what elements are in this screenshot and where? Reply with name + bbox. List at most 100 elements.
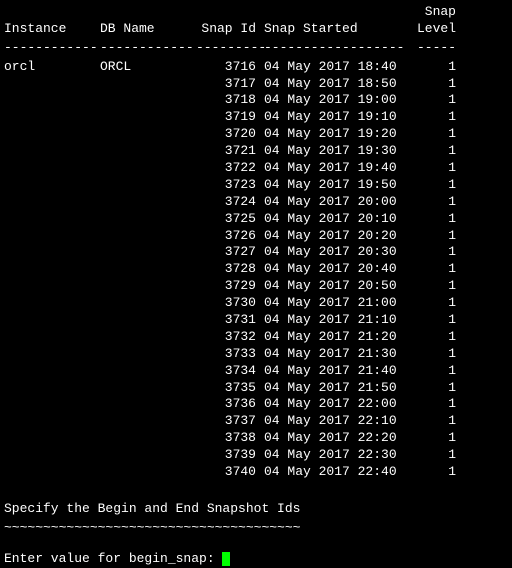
cell-snaplevel: 1 (406, 109, 456, 126)
cell-snapid: 3736 (196, 396, 256, 413)
cell-snaplevel: 1 (406, 312, 456, 329)
cell-snapstarted: 04 May 2017 19:40 (256, 160, 406, 177)
cell-snaplevel: 1 (406, 261, 456, 278)
cell-snaplevel: 1 (406, 59, 456, 76)
terminal-output: Snap InstanceDB NameSnap IdSnap StartedL… (4, 4, 508, 568)
cell-snapid: 3717 (196, 76, 256, 93)
table-row: 373404 May 2017 21:401 (4, 363, 508, 380)
divider-row: ----------------------------------------… (4, 40, 508, 57)
divider-snaplevel: ----- (406, 40, 456, 57)
cell-snaplevel: 1 (406, 76, 456, 93)
table-row: 373104 May 2017 21:101 (4, 312, 508, 329)
cell-snapid: 3720 (196, 126, 256, 143)
cell-snapid: 3738 (196, 430, 256, 447)
cell-snapid: 3731 (196, 312, 256, 329)
cell-snapid: 3737 (196, 413, 256, 430)
cell-snapstarted: 04 May 2017 21:50 (256, 380, 406, 397)
cell-snaplevel: 1 (406, 143, 456, 160)
cell-snapid: 3725 (196, 211, 256, 228)
cell-snapid: 3718 (196, 92, 256, 109)
cell-snapstarted: 04 May 2017 22:20 (256, 430, 406, 447)
cell-snapid: 3732 (196, 329, 256, 346)
cell-snapstarted: 04 May 2017 22:10 (256, 413, 406, 430)
cell-snapid: 3722 (196, 160, 256, 177)
cell-snapstarted: 04 May 2017 19:30 (256, 143, 406, 160)
cell-snaplevel: 1 (406, 194, 456, 211)
cell-snapstarted: 04 May 2017 21:30 (256, 346, 406, 363)
header-row-top: Snap (4, 4, 456, 21)
header-snaplevel: Level (406, 21, 456, 38)
table-row: 372004 May 2017 19:201 (4, 126, 508, 143)
cell-snapstarted: 04 May 2017 20:00 (256, 194, 406, 211)
table-row: 372904 May 2017 20:501 (4, 278, 508, 295)
cell-snapstarted: 04 May 2017 19:50 (256, 177, 406, 194)
table-row: 373704 May 2017 22:101 (4, 413, 508, 430)
cell-snapid: 3726 (196, 228, 256, 245)
cell-snaplevel: 1 (406, 363, 456, 380)
cell-snaplevel: 1 (406, 346, 456, 363)
cell-snapstarted: 04 May 2017 18:50 (256, 76, 406, 93)
section-title: Specify the Begin and End Snapshot Ids (4, 501, 508, 518)
cell-snaplevel: 1 (406, 295, 456, 312)
table-row: 372204 May 2017 19:401 (4, 160, 508, 177)
cell-snapid: 3730 (196, 295, 256, 312)
cell-snaplevel: 1 (406, 126, 456, 143)
cell-snaplevel: 1 (406, 177, 456, 194)
cell-snaplevel: 1 (406, 160, 456, 177)
table-row: 371904 May 2017 19:101 (4, 109, 508, 126)
cell-snapid: 3728 (196, 261, 256, 278)
table-row: 371704 May 2017 18:501 (4, 76, 508, 93)
divider-dbname: ------------ (100, 40, 196, 57)
cell-snapid: 3733 (196, 346, 256, 363)
cell-snapid: 3727 (196, 244, 256, 261)
cell-snaplevel: 1 (406, 329, 456, 346)
table-row: 373904 May 2017 22:301 (4, 447, 508, 464)
cell-snapid: 3721 (196, 143, 256, 160)
cell-snaplevel: 1 (406, 464, 456, 481)
table-row: 373504 May 2017 21:501 (4, 380, 508, 397)
header-snaplevel-top: Snap (425, 4, 456, 19)
cell-instance: orcl (4, 59, 100, 76)
header-row: InstanceDB NameSnap IdSnap StartedLevel (4, 21, 508, 38)
table-row: 372804 May 2017 20:401 (4, 261, 508, 278)
cell-snapid: 3735 (196, 380, 256, 397)
cell-snapid: 3740 (196, 464, 256, 481)
cell-snapstarted: 04 May 2017 21:20 (256, 329, 406, 346)
cell-snapstarted: 04 May 2017 21:00 (256, 295, 406, 312)
divider-snapid: --------- (196, 40, 256, 57)
cell-snapid: 3723 (196, 177, 256, 194)
cell-snapstarted: 04 May 2017 20:40 (256, 261, 406, 278)
cell-snaplevel: 1 (406, 413, 456, 430)
cell-snapstarted: 04 May 2017 19:00 (256, 92, 406, 109)
cell-dbname: ORCL (100, 59, 196, 76)
cell-snapstarted: 04 May 2017 22:40 (256, 464, 406, 481)
cell-snaplevel: 1 (406, 211, 456, 228)
cell-snaplevel: 1 (406, 92, 456, 109)
header-snapstarted: Snap Started (256, 21, 406, 38)
prompt-label: Enter value for begin_snap: (4, 551, 222, 566)
cell-snapstarted: 04 May 2017 20:20 (256, 228, 406, 245)
table-row: 373304 May 2017 21:301 (4, 346, 508, 363)
table-row: 372104 May 2017 19:301 (4, 143, 508, 160)
cell-snaplevel: 1 (406, 430, 456, 447)
table-row: 372504 May 2017 20:101 (4, 211, 508, 228)
cursor-icon (222, 552, 230, 566)
cell-snapstarted: 04 May 2017 21:10 (256, 312, 406, 329)
table-row: 373604 May 2017 22:001 (4, 396, 508, 413)
cell-snapstarted: 04 May 2017 22:30 (256, 447, 406, 464)
cell-snapid: 3724 (196, 194, 256, 211)
header-snapid: Snap Id (196, 21, 256, 38)
cell-snapstarted: 04 May 2017 20:10 (256, 211, 406, 228)
cell-snapstarted: 04 May 2017 19:10 (256, 109, 406, 126)
table-row: orclORCL371604 May 2017 18:401 (4, 59, 508, 76)
divider-instance: ------------ (4, 40, 100, 57)
cell-snapid: 3734 (196, 363, 256, 380)
table-row: 374004 May 2017 22:401 (4, 464, 508, 481)
cell-snapstarted: 04 May 2017 19:20 (256, 126, 406, 143)
header-dbname: DB Name (100, 21, 196, 38)
cell-snaplevel: 1 (406, 244, 456, 261)
table-row: 373004 May 2017 21:001 (4, 295, 508, 312)
table-row: 373204 May 2017 21:201 (4, 329, 508, 346)
prompt-line[interactable]: Enter value for begin_snap: (4, 551, 508, 568)
cell-snaplevel: 1 (406, 380, 456, 397)
